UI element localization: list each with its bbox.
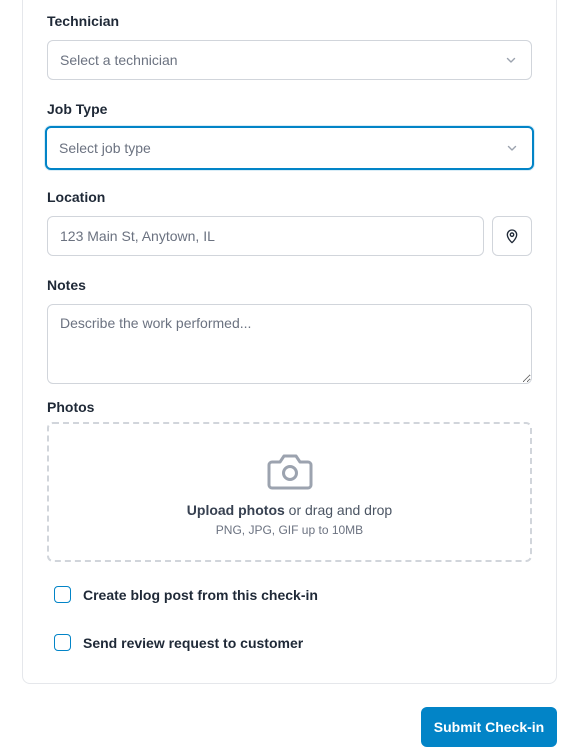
location-label: Location xyxy=(47,189,106,205)
notes-textarea[interactable] xyxy=(47,304,532,384)
use-location-button[interactable] xyxy=(492,216,532,256)
camera-icon xyxy=(267,454,312,490)
chevron-down-icon xyxy=(507,145,517,151)
job-type-label: Job Type xyxy=(47,101,108,117)
location-input[interactable] xyxy=(47,216,484,256)
technician-select-value: Select a technician xyxy=(60,52,178,68)
chevron-down-icon xyxy=(506,57,516,63)
job-type-select[interactable]: Select job type xyxy=(45,126,534,170)
review-request-option[interactable]: Send review request to customer xyxy=(54,634,303,651)
photo-dropzone[interactable]: Upload photos or drag and drop PNG, JPG,… xyxy=(47,422,532,562)
drag-drop-text: or drag and drop xyxy=(284,502,393,518)
photos-label: Photos xyxy=(47,399,95,415)
blog-post-option[interactable]: Create blog post from this check-in xyxy=(54,586,318,603)
job-type-select-value: Select job type xyxy=(59,140,151,156)
blog-post-option-label: Create blog post from this check-in xyxy=(83,586,318,603)
map-pin-icon xyxy=(506,229,518,244)
technician-select[interactable]: Select a technician xyxy=(47,40,532,80)
blog-post-checkbox[interactable] xyxy=(54,586,71,603)
review-request-checkbox[interactable] xyxy=(54,634,71,651)
upload-photos-link[interactable]: Upload photos xyxy=(187,502,285,518)
submit-check-in-button[interactable]: Submit Check-in xyxy=(421,707,557,747)
notes-label: Notes xyxy=(47,277,86,293)
file-type-hint: PNG, JPG, GIF up to 10MB xyxy=(215,523,364,537)
review-request-option-label: Send review request to customer xyxy=(83,634,304,651)
technician-label: Technician xyxy=(47,13,120,29)
upload-prompt: Upload photos or drag and drop xyxy=(187,502,392,518)
